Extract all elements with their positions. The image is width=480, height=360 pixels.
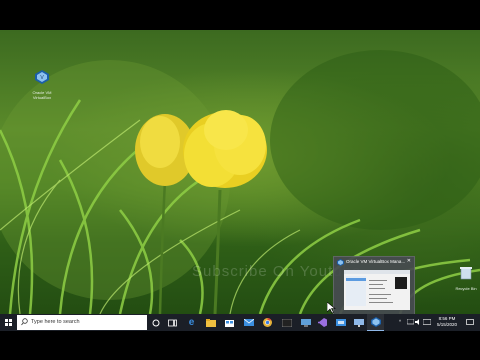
preview-thumbnail	[344, 270, 410, 310]
visual-studio-button[interactable]	[314, 314, 331, 331]
windows-logo-icon	[5, 319, 12, 326]
edge-button[interactable]: e	[183, 314, 200, 331]
app-button-remote[interactable]	[332, 314, 349, 331]
edge-icon: e	[188, 317, 195, 328]
clock-date: 5/15/2020	[436, 322, 458, 327]
task-view-icon	[168, 319, 177, 326]
store-bag-icon	[225, 320, 234, 327]
monitor-icon	[300, 318, 311, 326]
network-app-icon	[353, 318, 364, 327]
desktop-icon-virtualbox[interactable]: V Oracle VM VirtualBox	[28, 70, 56, 100]
virtualbox-icon	[370, 317, 381, 327]
chevron-up-icon: ^	[399, 319, 402, 324]
language-tray-button[interactable]	[422, 319, 432, 336]
taskbar: Type here to search e ^ 8:56 PM 5/15/202…	[0, 314, 480, 331]
virtualbox-icon: V	[35, 70, 49, 84]
virtualbox-small-icon	[337, 259, 344, 266]
store-button[interactable]	[221, 314, 238, 331]
mail-button[interactable]	[240, 314, 257, 331]
taskbar-thumbnail-preview[interactable]: Oracle VM VirtualBox Mana... ✕	[333, 256, 415, 314]
start-button[interactable]	[0, 314, 17, 331]
search-placeholder: Type here to search	[31, 319, 80, 325]
visual-studio-icon	[318, 318, 327, 327]
notification-icon	[465, 319, 474, 325]
virtualbox-taskbar-button[interactable]	[367, 314, 384, 331]
mail-icon	[243, 319, 254, 326]
action-center-button[interactable]	[461, 314, 478, 331]
network-tray-button[interactable]	[406, 318, 415, 336]
file-explorer-button[interactable]	[202, 314, 219, 331]
mouse-cursor-icon	[327, 302, 336, 314]
preview-title: Oracle VM VirtualBox Mana...	[346, 259, 406, 264]
folder-icon	[205, 318, 216, 327]
remote-desktop-icon	[335, 318, 346, 326]
close-icon[interactable]: ✕	[407, 258, 411, 264]
taskbar-clock[interactable]: 8:56 PM 5/15/2020	[433, 316, 461, 328]
chrome-button[interactable]	[259, 314, 276, 331]
desktop-icon-recycle-bin[interactable]: Recycle Bin	[452, 266, 480, 291]
show-hidden-icons-button[interactable]: ^	[399, 319, 401, 336]
chrome-icon	[263, 318, 272, 327]
volume-icon	[415, 319, 419, 325]
search-icon	[21, 318, 28, 326]
desktop-icon-label: Oracle VM VirtualBox	[32, 90, 52, 100]
recycle-bin-icon	[460, 267, 472, 280]
cortana-icon	[152, 319, 159, 326]
volume-tray-button[interactable]	[415, 319, 422, 336]
terminal-icon	[281, 318, 292, 327]
taskbar-search-box[interactable]: Type here to search	[17, 315, 147, 330]
keyboard-icon	[422, 319, 432, 325]
desktop-icon-label: Recycle Bin	[455, 286, 477, 291]
cortana-button[interactable]	[147, 314, 164, 331]
app-button-monitor[interactable]	[297, 314, 314, 331]
terminal-button[interactable]	[278, 314, 295, 331]
desktop-wallpaper: V Oracle VM VirtualBox Recycle Bin Subsc…	[0, 30, 480, 314]
app-button-network[interactable]	[350, 314, 367, 331]
task-view-button[interactable]	[164, 314, 181, 331]
network-icon	[406, 318, 415, 325]
